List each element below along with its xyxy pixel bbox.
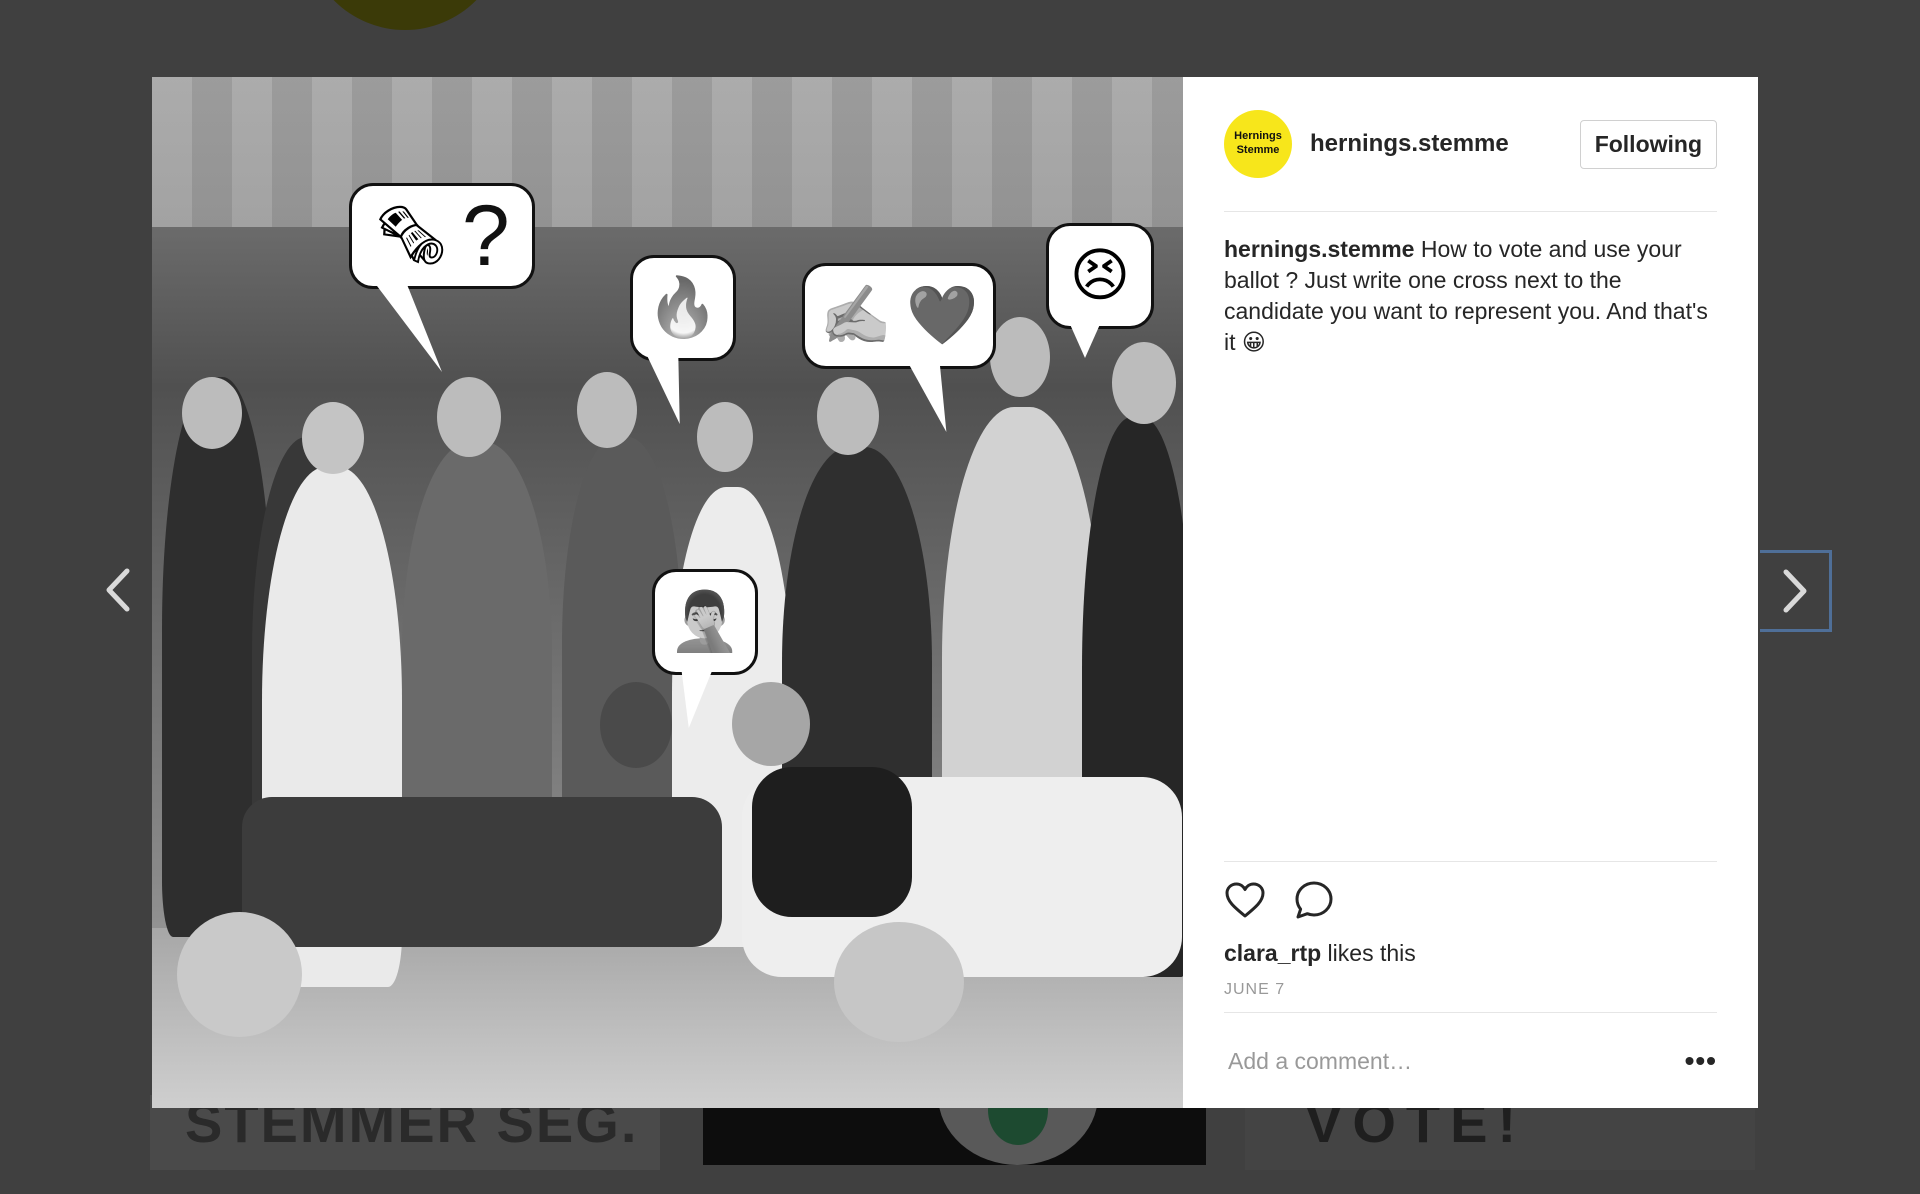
username-link[interactable]: hernings.stemme [1310, 130, 1509, 158]
comment-button[interactable] [1294, 880, 1334, 925]
more-options-button[interactable]: ••• [1685, 1045, 1717, 1077]
like-button[interactable] [1224, 881, 1266, 924]
comment-input[interactable] [1224, 1046, 1685, 1076]
next-post-button[interactable] [1760, 550, 1832, 632]
post-header: Hernings Stemme hernings.stemme Followin… [1224, 77, 1717, 212]
likes-summary: clara_rtp likes this [1224, 940, 1717, 967]
background-logo [305, 0, 505, 30]
comment-bar: ••• [1224, 1012, 1717, 1109]
heart-icon [1225, 882, 1265, 917]
post-modal: 🗞 ? 🔥 ✍️ ❤️ 😣 🤦‍♂️ Hernings Stemme [152, 77, 1758, 1108]
question-mark-text: ? [461, 188, 510, 284]
speech-bubble-frustrated: 😣 [1046, 223, 1154, 358]
post-caption: hernings.stemme How to vote and use your… [1224, 234, 1717, 358]
heart-emoji: ❤️ [906, 283, 979, 348]
speech-bubble-ballot: 🗞 ? [349, 183, 535, 372]
previous-post-button[interactable] [88, 560, 148, 620]
chevron-right-icon [1783, 569, 1806, 613]
post-actions: clara_rtp likes this JUNE 7 [1224, 861, 1717, 999]
following-button[interactable]: Following [1579, 119, 1717, 169]
fire-emoji: 🔥 [646, 275, 720, 340]
frustrated-face-emoji: 😣 [1069, 243, 1131, 308]
avatar[interactable]: Hernings Stemme [1224, 110, 1292, 178]
chevron-left-icon [106, 568, 130, 612]
liked-by-user-link[interactable]: clara_rtp [1224, 940, 1321, 966]
avatar-text-line2: Stemme [1236, 144, 1280, 156]
speech-bubble-write-heart: ✍️ ❤️ [802, 263, 996, 432]
comment-icon [1295, 881, 1333, 918]
post-date[interactable]: JUNE 7 [1224, 981, 1717, 999]
writing-hand-emoji: ✍️ [819, 283, 892, 348]
caption-username-link[interactable]: hernings.stemme [1224, 236, 1414, 262]
speech-bubble-fire: 🔥 [630, 255, 736, 424]
facepalm-emoji: 🤦‍♂️ [668, 589, 742, 654]
speech-bubble-facepalm: 🤦‍♂️ [652, 569, 758, 728]
likes-suffix: likes this [1321, 940, 1416, 966]
newspaper-emoji: 🗞 [374, 203, 448, 268]
avatar-text-line1: Hernings [1234, 130, 1282, 143]
post-photo: 🗞 ? 🔥 ✍️ ❤️ 😣 🤦‍♂️ [152, 77, 1183, 1108]
post-side-panel: Hernings Stemme hernings.stemme Followin… [1183, 77, 1758, 1108]
